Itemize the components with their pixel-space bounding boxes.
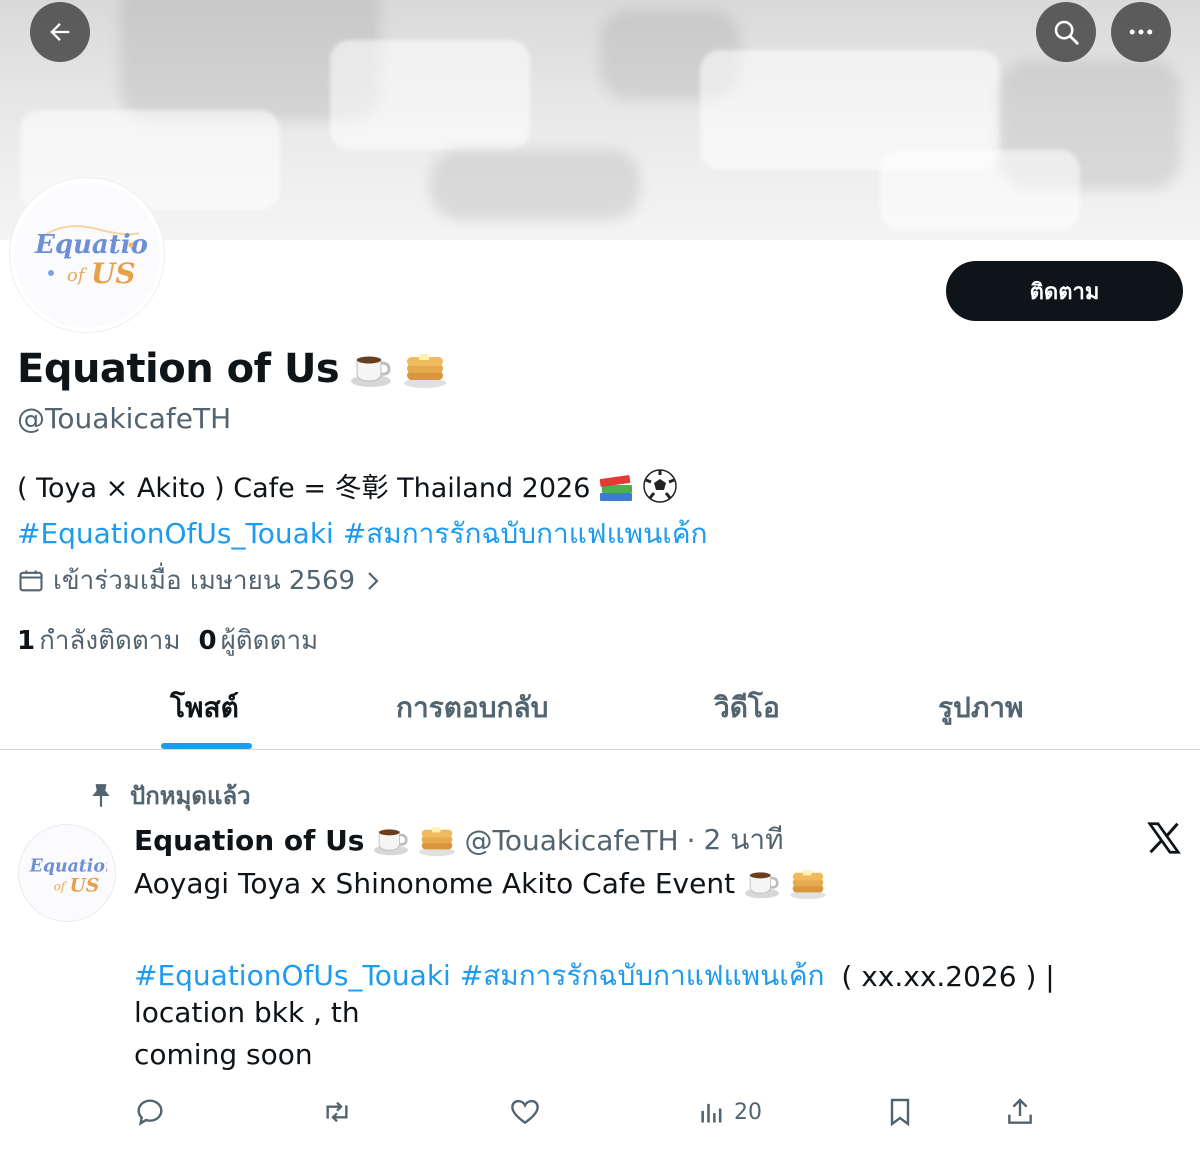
pancakes-emoji (790, 870, 826, 900)
views-count: 20 (734, 1099, 762, 1125)
soccer-ball-emoji (643, 468, 678, 503)
repost-icon (326, 1101, 348, 1123)
tweet-text-line-1: Aoyagi Toya x Shinonome Akito Cafe Event (134, 866, 827, 900)
tweet-text-line-3: location bkk , th (134, 996, 360, 1029)
tweet-author-avatar[interactable]: Equation of US (18, 824, 116, 922)
search-icon (1054, 20, 1079, 45)
svg-text:US: US (70, 875, 100, 897)
equation-of-us-logo: Equation of US (34, 225, 147, 290)
tweet-author-handle[interactable]: @TouakicafeTH (464, 824, 678, 857)
tweet-line1-text: Aoyagi Toya x Shinonome Akito Cafe Event (134, 866, 736, 900)
svg-text:US: US (91, 257, 136, 290)
tweet-line2-rest: ( xx.xx.2026 ) | (832, 959, 1055, 993)
profile-display-name: Equation of Us (17, 346, 447, 392)
profile-handle: @TouakicafeTH (17, 402, 232, 435)
reply-button[interactable] (134, 1090, 166, 1134)
profile-bio: ( Toya × Akito ) Cafe = 冬彰 Thailand 2026 (17, 466, 678, 505)
following-link[interactable]: 1 กำลังติดตาม (17, 620, 180, 661)
tweet-text-line-4: coming soon (134, 1038, 313, 1071)
pancakes-emoji (419, 827, 456, 857)
like-button[interactable] (508, 1090, 542, 1134)
heart-icon (511, 1099, 539, 1125)
profile-tabs: โพสต์ การตอบกลับ วิดีโอ รูปภาพ (0, 672, 1200, 750)
svg-text:of: of (54, 879, 68, 893)
tweet-text-line-2: #EquationOfUs_Touaki #สมการรักฉบับกาแฟแพ… (134, 954, 1055, 998)
joined-text: เข้าร่วมเมื่อ เมษายน 2569 (53, 566, 356, 596)
svg-text:of: of (67, 265, 88, 286)
svg-text:Equation: Equation (29, 857, 107, 877)
share-button[interactable] (1004, 1090, 1036, 1134)
views-icon (701, 1103, 722, 1123)
x-logo-icon (1147, 822, 1181, 854)
back-button[interactable] (30, 2, 90, 62)
views-button[interactable]: 20 (698, 1090, 762, 1134)
tweet-actions: 20 (0, 1090, 1200, 1134)
bio-hashtags[interactable]: #EquationOfUs_Touaki #สมการรักฉบับกาแฟแพ… (17, 512, 708, 556)
followers-link[interactable]: 0 ผู้ติดตาม (198, 620, 318, 661)
pin-icon (92, 783, 110, 807)
bookmark-button[interactable] (884, 1090, 916, 1134)
display-name-text: Equation of Us (17, 346, 340, 392)
tweet-separator: · (686, 823, 696, 857)
coffee-cup-emoji (374, 829, 409, 856)
joined-date[interactable]: เข้าร่วมเมื่อ เมษายน 2569 (17, 560, 383, 601)
pinned-indicator: ปักหมุดแล้ว (88, 776, 251, 815)
more-button[interactable] (1111, 2, 1171, 62)
share-icon (1008, 1098, 1032, 1124)
tab-posts[interactable]: โพสต์ (170, 686, 239, 730)
pancakes-emoji (404, 354, 447, 388)
more-icon (1129, 29, 1153, 35)
followers-count: 0 (198, 626, 217, 656)
repost-button[interactable] (320, 1090, 354, 1134)
pinned-label: ปักหมุดแล้ว (130, 782, 251, 810)
reply-icon (137, 1099, 163, 1126)
tweet-header: Equation of Us @TouakicafeTH · 2 นาที (134, 818, 784, 862)
back-arrow-icon (50, 23, 70, 41)
tab-replies[interactable]: การตอบกลับ (396, 686, 548, 730)
follow-button[interactable]: ติดตาม (946, 261, 1183, 321)
tweet-time[interactable]: 2 นาที (704, 818, 784, 862)
calendar-icon (19, 570, 43, 591)
bookmark-icon (890, 1098, 910, 1127)
chevron-right-icon (368, 571, 379, 590)
books-emoji (600, 474, 633, 501)
following-count: 1 (17, 626, 36, 656)
tab-videos[interactable]: วิดีโอ (714, 686, 780, 730)
follow-counts: 1 กำลังติดตาม 0 ผู้ติดตาม (17, 620, 318, 661)
profile-avatar[interactable]: Equation of US (10, 178, 164, 332)
equation-of-us-logo: Equation of US (29, 857, 107, 897)
tweet-author-name[interactable]: Equation of Us (134, 824, 364, 857)
search-button[interactable] (1036, 2, 1096, 62)
following-label: กำลังติดตาม (39, 626, 181, 656)
coffee-cup-emoji (351, 356, 392, 387)
tweet-hashtags[interactable]: #EquationOfUs_Touaki #สมการรักฉบับกาแฟแพ… (134, 954, 825, 998)
followers-label: ผู้ติดตาม (220, 626, 319, 656)
bio-text: ( Toya × Akito ) Cafe = 冬彰 Thailand 2026 (17, 473, 591, 504)
coffee-cup-emoji (745, 872, 780, 899)
active-tab-indicator (161, 743, 252, 749)
profile-banner[interactable] (0, 0, 1200, 240)
tab-photos[interactable]: รูปภาพ (938, 686, 1023, 730)
